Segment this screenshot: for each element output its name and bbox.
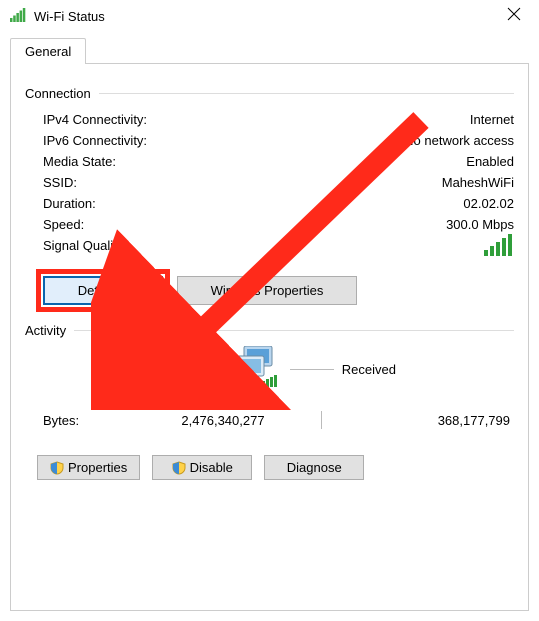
ipv4-label: IPv4 Connectivity: [43, 112, 147, 127]
duration-value: 02.02.02 [96, 196, 514, 211]
tab-general[interactable]: General [10, 38, 86, 64]
titlebar: Wi-Fi Status [0, 0, 539, 32]
ipv4-value: Internet [147, 112, 514, 127]
close-button[interactable] [499, 7, 529, 26]
shield-icon [172, 461, 186, 475]
speed-value: 300.0 Mbps [84, 217, 514, 232]
ipv6-label: IPv6 Connectivity: [43, 133, 147, 148]
bytes-label: Bytes: [43, 413, 133, 428]
received-label: Received [342, 362, 396, 377]
wifi-icon [10, 8, 26, 25]
divider [178, 369, 222, 370]
connection-heading: Connection [25, 86, 91, 101]
properties-button-label: Properties [68, 460, 127, 475]
disable-button[interactable]: Disable [152, 455, 252, 480]
activity-heading: Activity [25, 323, 66, 338]
ssid-label: SSID: [43, 175, 77, 190]
speed-label: Speed: [43, 217, 84, 232]
signal-quality-label: Signal Quality: [43, 238, 484, 259]
ipv6-value: No network access [147, 133, 514, 148]
divider [74, 330, 514, 331]
details-button[interactable]: Details... [43, 276, 163, 305]
disable-button-label: Disable [190, 460, 233, 475]
network-computers-icon [230, 346, 282, 393]
diagnose-button[interactable]: Diagnose [264, 455, 364, 480]
sent-label: Sent [143, 362, 170, 377]
ssid-value: MaheshWiFi [77, 175, 514, 190]
divider [290, 369, 334, 370]
media-state-value: Enabled [116, 154, 514, 169]
signal-bars-icon [484, 238, 514, 259]
media-state-label: Media State: [43, 154, 116, 169]
bytes-sent-value: 2,476,340,277 [133, 413, 313, 428]
wireless-properties-button[interactable]: Wireless Properties [177, 276, 357, 305]
divider [321, 411, 322, 429]
bytes-received-value: 368,177,799 [330, 413, 514, 428]
divider [99, 93, 514, 94]
duration-label: Duration: [43, 196, 96, 211]
window-title: Wi-Fi Status [34, 9, 499, 24]
panel-general: Connection IPv4 Connectivity:Internet IP… [10, 63, 529, 611]
shield-icon [50, 461, 64, 475]
properties-button[interactable]: Properties [37, 455, 140, 480]
